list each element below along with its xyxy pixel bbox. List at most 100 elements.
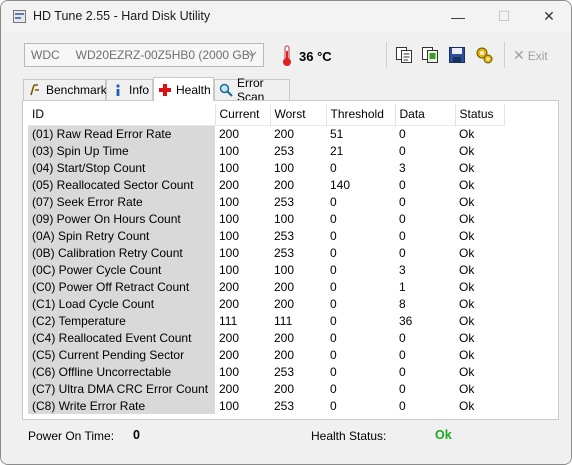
attribute-id: (C1) Load Cycle Count (28, 295, 215, 312)
threshold-value: 0 (330, 160, 337, 175)
table-row[interactable]: (C4) Reallocated Event Count 200 200 0 0 Ok (28, 329, 504, 346)
status-value: Ok (459, 262, 475, 277)
table-row[interactable]: (C1) Load Cycle Count 200 200 0 8 Ok (28, 295, 504, 312)
data-value: 0 (399, 194, 406, 209)
table-row[interactable]: (0C) Power Cycle Count 100 100 0 3 Ok (28, 261, 504, 278)
power-on-time-value: 0 (133, 428, 140, 442)
status-value: Ok (459, 347, 475, 362)
table-header-row: ID Current Worst Threshold Data Status (28, 104, 505, 126)
column-header-threshold[interactable]: Threshold (326, 104, 396, 126)
minimize-button[interactable]: — (435, 1, 481, 32)
copy-info-icon[interactable] (395, 46, 413, 64)
threshold-value: 0 (330, 194, 337, 209)
data-value: 3 (399, 160, 406, 175)
options-icon[interactable] (475, 46, 493, 64)
status-value: Ok (459, 296, 475, 311)
current-value: 200 (219, 126, 240, 141)
table-row[interactable]: (C2) Temperature 111 111 0 36 Ok (28, 312, 504, 329)
threshold-value: 21 (330, 143, 344, 158)
table-row[interactable]: (01) Raw Read Error Rate 200 200 51 0 Ok (28, 125, 504, 142)
current-value: 200 (219, 381, 240, 396)
status-value: Ok (459, 330, 475, 345)
current-value: 100 (219, 228, 240, 243)
worst-value: 200 (274, 279, 295, 294)
column-header-current[interactable]: Current (215, 104, 271, 126)
current-value: 100 (219, 245, 240, 260)
tab-benchmark[interactable]: Benchmark (23, 79, 107, 100)
save-icon[interactable] (448, 46, 466, 64)
status-value: Ok (459, 143, 475, 158)
attribute-id: (0C) Power Cycle Count (28, 261, 215, 278)
data-value: 0 (399, 211, 406, 226)
copy-screenshot-icon[interactable] (421, 46, 439, 64)
exit-label: Exit (527, 48, 548, 63)
status-value: Ok (459, 245, 475, 260)
table-row[interactable]: (04) Start/Stop Count 100 100 0 3 Ok (28, 159, 504, 176)
table-row[interactable]: (03) Spin Up Time 100 253 21 0 Ok (28, 142, 504, 159)
current-value: 200 (219, 347, 240, 362)
threshold-value: 0 (330, 330, 337, 345)
worst-value: 200 (274, 177, 295, 192)
attribute-id: (C4) Reallocated Event Count (28, 329, 215, 346)
data-value: 1 (399, 279, 406, 294)
threshold-value: 0 (330, 398, 337, 413)
data-value: 0 (399, 177, 406, 192)
close-button[interactable]: ✕ (526, 1, 571, 32)
data-value: 0 (399, 143, 406, 158)
worst-value: 253 (274, 194, 295, 209)
table-row[interactable]: (05) Reallocated Sector Count 200 200 140 0 O… (28, 176, 504, 193)
attribute-id: (03) Spin Up Time (28, 142, 215, 159)
current-value: 100 (219, 160, 240, 175)
table-row[interactable]: (C0) Power Off Retract Count 200 200 0 1 Ok (28, 278, 504, 295)
column-header-worst[interactable]: Worst (270, 104, 327, 126)
health-panel: ID Current Worst Threshold Data Status (… (22, 100, 559, 420)
column-header-id[interactable]: ID (28, 104, 216, 126)
app-icon (13, 10, 26, 23)
exit-button[interactable]: ✕ Exit (513, 47, 548, 64)
maximize-button[interactable]: ☐ (481, 1, 527, 32)
worst-value: 200 (274, 381, 295, 396)
worst-value: 253 (274, 228, 295, 243)
attribute-id: (07) Seek Error Rate (28, 193, 215, 210)
worst-value: 100 (274, 211, 295, 226)
worst-value: 200 (274, 126, 295, 141)
tab-info[interactable]: Info (106, 79, 153, 100)
data-value: 0 (399, 126, 406, 141)
attribute-id: (C0) Power Off Retract Count (28, 278, 215, 295)
table-row[interactable]: (09) Power On Hours Count 100 100 0 0 Ok (28, 210, 504, 227)
column-header-status[interactable]: Status (455, 104, 505, 126)
current-value: 100 (219, 262, 240, 277)
data-value: 0 (399, 245, 406, 260)
tab-error-scan[interactable]: Error Scan (214, 76, 290, 104)
attribute-id: (09) Power On Hours Count (28, 210, 215, 227)
attribute-id: (04) Start/Stop Count (28, 159, 215, 176)
table-row[interactable]: (C7) Ultra DMA CRC Error Count 200 200 0 0 Ok (28, 380, 504, 397)
attribute-id: (C8) Write Error Rate (28, 397, 215, 414)
threshold-value: 0 (330, 228, 337, 243)
table-row[interactable]: (07) Seek Error Rate 100 253 0 0 Ok (28, 193, 504, 210)
threshold-value: 0 (330, 364, 337, 379)
attribute-id: (C7) Ultra DMA CRC Error Count (28, 380, 215, 397)
table-row[interactable]: (C6) Offline Uncorrectable 100 253 0 0 Ok (28, 363, 504, 380)
status-value: Ok (459, 228, 475, 243)
threshold-value: 0 (330, 381, 337, 396)
current-value: 100 (219, 143, 240, 158)
table-row[interactable]: (0A) Spin Retry Count 100 253 0 0 Ok (28, 227, 504, 244)
table-row[interactable]: (C5) Current Pending Sector 200 200 0 0 Ok (28, 346, 504, 363)
data-value: 36 (399, 313, 413, 328)
status-value: Ok (459, 279, 475, 294)
current-value: 200 (219, 177, 240, 192)
current-value: 100 (219, 398, 240, 413)
current-value: 111 (219, 313, 238, 328)
column-header-data[interactable]: Data (395, 104, 456, 126)
data-value: 0 (399, 330, 406, 345)
worst-value: 200 (274, 296, 295, 311)
status-value: Ok (459, 126, 475, 141)
table-row[interactable]: (0B) Calibration Retry Count 100 253 0 0 Ok (28, 244, 504, 261)
drive-select[interactable]: WDC WD20EZRZ-00Z5HB0 (2000 GB) (24, 43, 264, 67)
table-row[interactable]: (C8) Write Error Rate 100 253 0 0 Ok (28, 397, 504, 414)
threshold-value: 0 (330, 296, 337, 311)
title-bar[interactable]: HD Tune 2.55 - Hard Disk Utility — ☐ ✕ (1, 1, 571, 32)
attribute-id: (01) Raw Read Error Rate (28, 125, 215, 142)
tab-health[interactable]: Health (153, 77, 214, 101)
